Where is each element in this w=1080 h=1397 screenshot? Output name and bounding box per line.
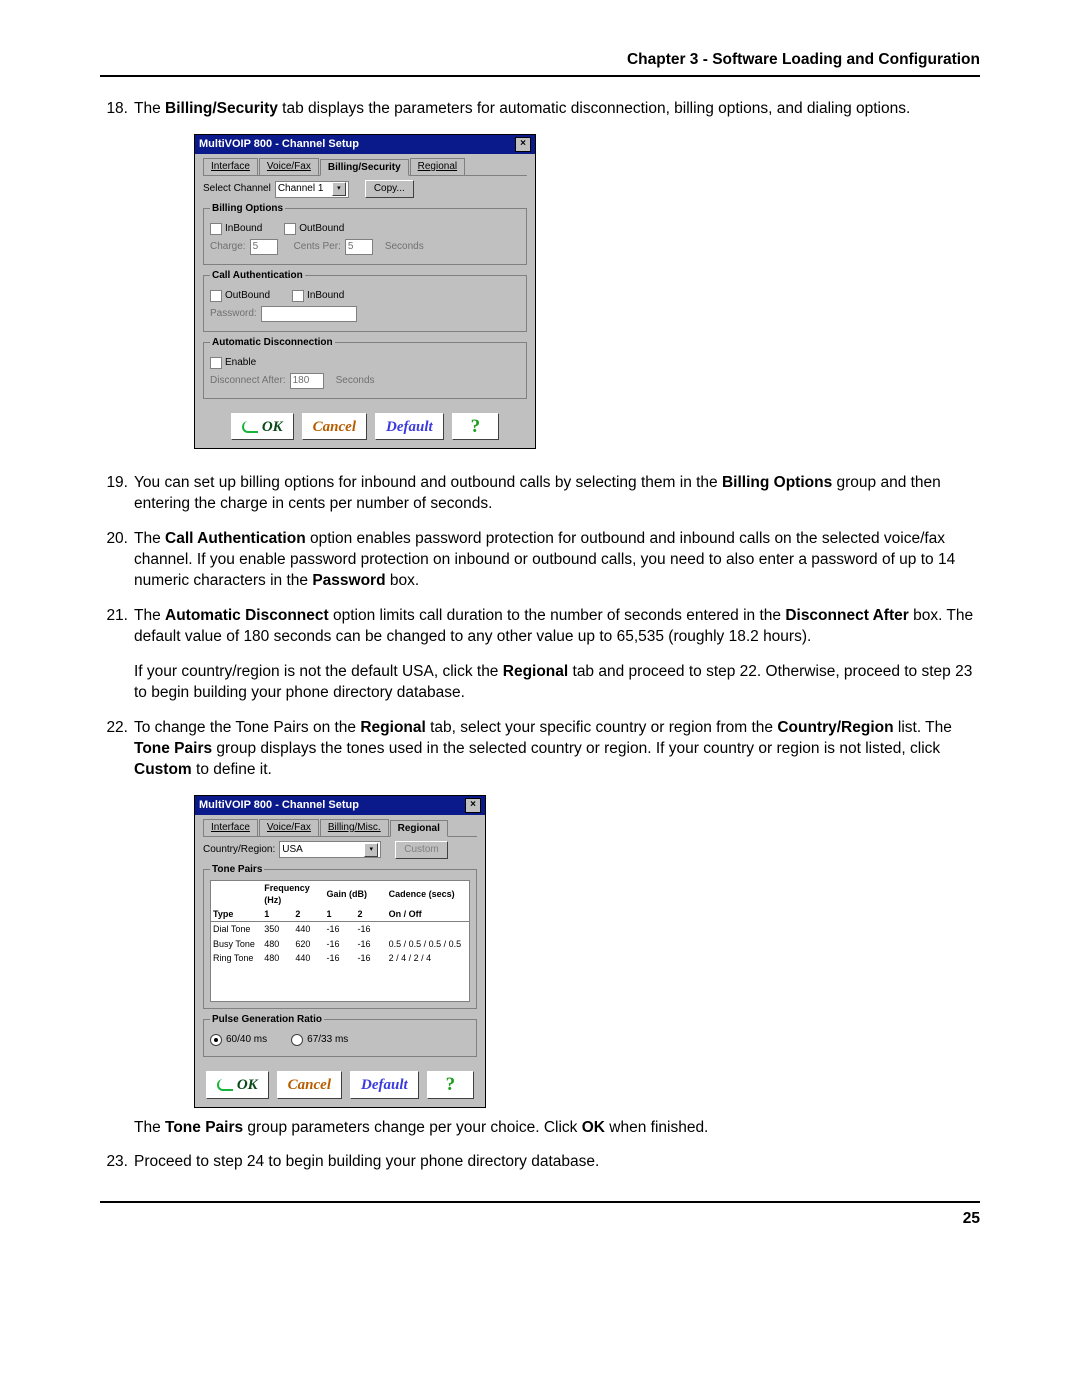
- default-button[interactable]: Default: [350, 1071, 419, 1099]
- step-number: 22.: [100, 718, 128, 1139]
- step-number: 18.: [100, 99, 128, 460]
- auto-disconnect-group: Automatic Disconnection Enable Disconnec…: [203, 336, 527, 399]
- help-button[interactable]: ?: [427, 1071, 475, 1099]
- password-input[interactable]: [261, 306, 357, 322]
- dialog-tabs: Interface Voice/Fax Billing/Misc. Region…: [203, 819, 477, 838]
- country-region-combo[interactable]: USA ▾: [279, 841, 381, 858]
- cancel-button[interactable]: Cancel: [302, 413, 367, 441]
- country-region-label: Country/Region:: [203, 843, 275, 857]
- charge-label: Charge:: [210, 240, 246, 254]
- billing-options-group: Billing Options InBound OutBound Charge:…: [203, 202, 527, 265]
- dialog-tabs: Interface Voice/Fax Billing/Security Reg…: [203, 158, 527, 177]
- dialog-titlebar: MultiVOIP 800 - Channel Setup ×: [195, 796, 485, 815]
- tab-billing-misc[interactable]: Billing/Misc.: [320, 819, 389, 837]
- dialog-titlebar: MultiVOIP 800 - Channel Setup ×: [195, 135, 535, 154]
- seconds-suffix: Seconds: [385, 240, 424, 254]
- copy-button[interactable]: Copy...: [365, 180, 414, 198]
- seconds-suffix: Seconds: [336, 374, 375, 388]
- select-channel-label: Select Channel: [203, 182, 271, 196]
- tab-billing-security[interactable]: Billing/Security: [320, 159, 409, 177]
- outbound-checkbox[interactable]: OutBound: [284, 222, 344, 236]
- step-22-text-2: The Tone Pairs group parameters change p…: [134, 1118, 980, 1139]
- tab-voicefax[interactable]: Voice/Fax: [259, 158, 319, 176]
- step-23-text: Proceed to step 24 to begin building you…: [134, 1152, 980, 1173]
- disconnect-after-input[interactable]: 180: [290, 373, 324, 389]
- step-number: 19.: [100, 473, 128, 515]
- step-21-text-2: If your country/region is not the defaul…: [134, 662, 980, 704]
- tab-interface[interactable]: Interface: [203, 158, 258, 176]
- chevron-down-icon[interactable]: ▾: [364, 843, 378, 857]
- cents-per-input[interactable]: 5: [345, 239, 373, 255]
- ok-button[interactable]: OK: [206, 1071, 269, 1099]
- charge-input[interactable]: 5: [250, 239, 278, 255]
- close-icon[interactable]: ×: [465, 798, 481, 813]
- step-number: 21.: [100, 606, 128, 704]
- chevron-down-icon[interactable]: ▾: [332, 182, 346, 196]
- dialog-title: MultiVOIP 800 - Channel Setup: [199, 798, 359, 813]
- chapter-title: Chapter 3 - Software Loading and Configu…: [627, 51, 980, 68]
- page-footer: 25: [100, 1201, 980, 1230]
- password-label: Password:: [210, 307, 257, 321]
- ok-button[interactable]: OK: [231, 413, 294, 441]
- close-icon[interactable]: ×: [515, 137, 531, 152]
- tone-pairs-group: Tone Pairs Frequency (Hz): [203, 863, 477, 1009]
- custom-button[interactable]: Custom: [395, 841, 447, 859]
- auth-outbound-checkbox[interactable]: OutBound: [210, 289, 270, 303]
- tab-regional[interactable]: Regional: [410, 158, 465, 176]
- page-header: Chapter 3 - Software Loading and Configu…: [100, 50, 980, 77]
- step-18-text: The Billing/Security tab displays the pa…: [134, 99, 980, 120]
- table-row[interactable]: Busy Tone 480 620 -16 -16 0.5 / 0.5 / 0.…: [211, 937, 470, 951]
- pulse-60-40-radio[interactable]: 60/40 ms: [210, 1033, 267, 1047]
- step-22-text-1: To change the Tone Pairs on the Regional…: [134, 718, 980, 781]
- disconnect-after-label: Disconnect After:: [210, 374, 286, 388]
- step-21-text-1: The Automatic Disconnect option limits c…: [134, 606, 980, 648]
- help-button[interactable]: ?: [452, 413, 500, 441]
- pulse-generation-group: Pulse Generation Ratio 60/40 ms 67/33 ms: [203, 1013, 477, 1057]
- step-number: 20.: [100, 529, 128, 592]
- pulse-67-33-radio[interactable]: 67/33 ms: [291, 1033, 348, 1047]
- table-row[interactable]: Ring Tone 480 440 -16 -16 2 / 4 / 2 / 4: [211, 951, 470, 965]
- enable-checkbox[interactable]: Enable: [210, 356, 256, 370]
- cancel-button[interactable]: Cancel: [277, 1071, 342, 1099]
- tab-regional[interactable]: Regional: [390, 820, 448, 838]
- table-row[interactable]: Dial Tone 350 440 -16 -16: [211, 922, 470, 937]
- inbound-checkbox[interactable]: InBound: [210, 222, 262, 236]
- cents-per-label: Cents Per:: [294, 240, 341, 254]
- default-button[interactable]: Default: [375, 413, 444, 441]
- tab-voicefax[interactable]: Voice/Fax: [259, 819, 319, 837]
- step-20-text: The Call Authentication option enables p…: [134, 529, 980, 592]
- tab-interface[interactable]: Interface: [203, 819, 258, 837]
- step-number: 23.: [100, 1152, 128, 1173]
- dialog-title: MultiVOIP 800 - Channel Setup: [199, 137, 359, 152]
- tone-pairs-table: Frequency (Hz) Gain (dB) Cadence (secs) …: [210, 880, 470, 1002]
- channel-setup-dialog-regional: MultiVOIP 800 - Channel Setup × Interfac…: [194, 795, 486, 1108]
- step-19-text: You can set up billing options for inbou…: [134, 473, 980, 515]
- page-number: 25: [963, 1210, 980, 1227]
- channel-setup-dialog-billing: MultiVOIP 800 - Channel Setup × Interfac…: [194, 134, 536, 450]
- select-channel-combo[interactable]: Channel 1 ▾: [275, 181, 349, 198]
- call-authentication-group: Call Authentication OutBound InBound Pas…: [203, 269, 527, 332]
- auth-inbound-checkbox[interactable]: InBound: [292, 289, 344, 303]
